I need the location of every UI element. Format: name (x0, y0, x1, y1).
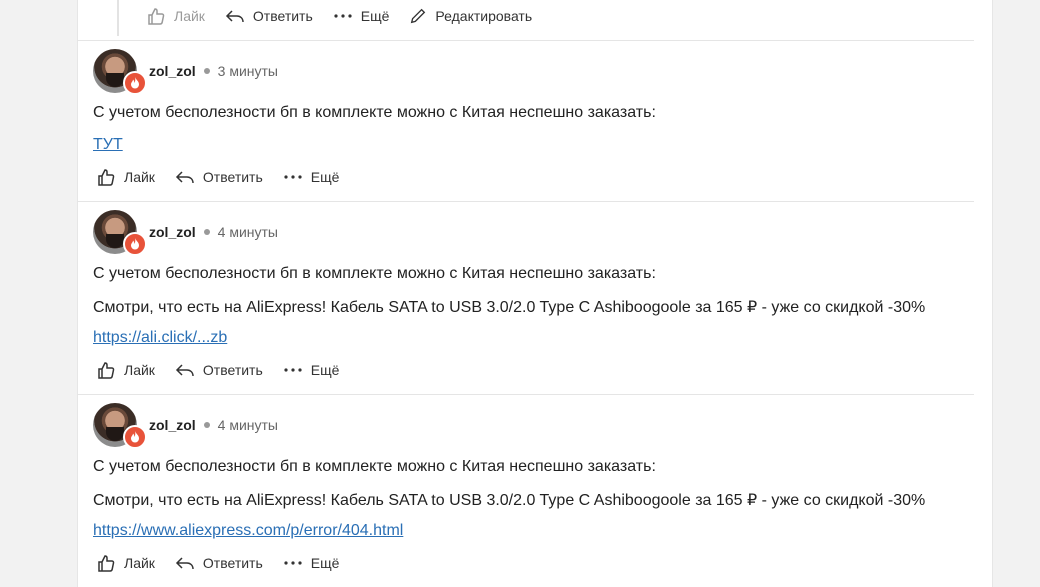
fire-badge-icon (123, 71, 147, 95)
comment-header: zol_zol 4 минуты (93, 210, 278, 256)
avatar[interactable] (93, 210, 147, 256)
like-icon (148, 8, 165, 25)
fire-badge-icon (123, 425, 147, 449)
like-button[interactable]: Лайк (96, 553, 155, 573)
more-icon (284, 561, 302, 565)
comment-text: С учетом бесполезности бп в комплекте мо… (93, 265, 656, 282)
comment-text: Смотри, что есть на AliExpress! Кабель S… (93, 299, 926, 316)
reply-label: Ответить (252, 8, 313, 24)
more-button[interactable]: Ещё (283, 167, 340, 187)
separator-dot (203, 229, 210, 235)
like-icon (98, 362, 115, 379)
like-button[interactable]: Лайк (146, 6, 205, 26)
comment-link[interactable]: https://ali.click/...zb (93, 329, 227, 347)
comment-link[interactable]: ТУТ (93, 136, 123, 154)
comment-action-bar: Лайк Ответить Ещё (96, 165, 359, 189)
separator-dot (203, 422, 210, 428)
like-label: Лайк (124, 362, 155, 378)
username[interactable]: zol_zol (149, 224, 196, 240)
more-icon (334, 14, 352, 18)
reply-icon (175, 171, 194, 184)
comment-time: 4 минуты (217, 224, 278, 240)
reply-button[interactable]: Ответить (175, 167, 263, 187)
like-label: Лайк (124, 555, 155, 571)
comment-time: 4 минуты (217, 417, 278, 433)
edit-icon (411, 8, 426, 24)
avatar[interactable] (93, 403, 147, 449)
like-label: Лайк (174, 8, 205, 24)
reply-button[interactable]: Ответить (175, 553, 263, 573)
reply-label: Ответить (202, 362, 263, 378)
reply-button[interactable]: Ответить (225, 6, 313, 26)
more-icon (284, 175, 302, 179)
separator-dot (203, 68, 210, 74)
more-label: Ещё (360, 8, 390, 24)
like-label: Лайк (124, 169, 155, 185)
reply-icon (175, 557, 194, 570)
username[interactable]: zol_zol (149, 417, 196, 433)
comment-header: zol_zol 3 минуты (93, 49, 278, 95)
comment-text: С учетом бесполезности бп в комплекте мо… (93, 104, 656, 121)
reply-icon (225, 10, 244, 23)
avatar[interactable] (93, 49, 147, 95)
divider (77, 394, 974, 395)
username[interactable]: zol_zol (149, 63, 196, 79)
edit-label: Редактировать (435, 8, 533, 24)
like-icon (98, 555, 115, 572)
reply-button[interactable]: Ответить (175, 360, 263, 380)
edit-button[interactable]: Редактировать (409, 7, 532, 25)
more-label: Ещё (310, 362, 340, 378)
fire-badge-icon (123, 232, 147, 256)
reply-label: Ответить (202, 555, 263, 571)
comment-action-bar: Лайк Ответить Ещё (96, 358, 359, 382)
like-button[interactable]: Лайк (96, 360, 155, 380)
more-button[interactable]: Ещё (333, 6, 390, 26)
top-action-bar: Лайк Ответить Ещё Редактировать (146, 4, 552, 28)
comment-header: zol_zol 4 минуты (93, 403, 278, 449)
comment-action-bar: Лайк Ответить Ещё (96, 551, 359, 575)
comment-text: Смотри, что есть на AliExpress! Кабель S… (93, 492, 926, 509)
divider (77, 201, 974, 202)
like-icon (98, 169, 115, 186)
comment-link[interactable]: https://www.aliexpress.com/p/error/404.h… (93, 522, 403, 540)
more-button[interactable]: Ещё (283, 360, 340, 380)
comment-text: С учетом бесполезности бп в комплекте мо… (93, 458, 656, 475)
like-button[interactable]: Лайк (96, 167, 155, 187)
more-button[interactable]: Ещё (283, 553, 340, 573)
more-label: Ещё (310, 555, 340, 571)
thread-line (117, 0, 119, 36)
reply-label: Ответить (202, 169, 263, 185)
more-icon (284, 368, 302, 372)
reply-icon (175, 364, 194, 377)
divider (77, 40, 974, 41)
more-label: Ещё (310, 169, 340, 185)
comment-time: 3 минуты (217, 63, 278, 79)
